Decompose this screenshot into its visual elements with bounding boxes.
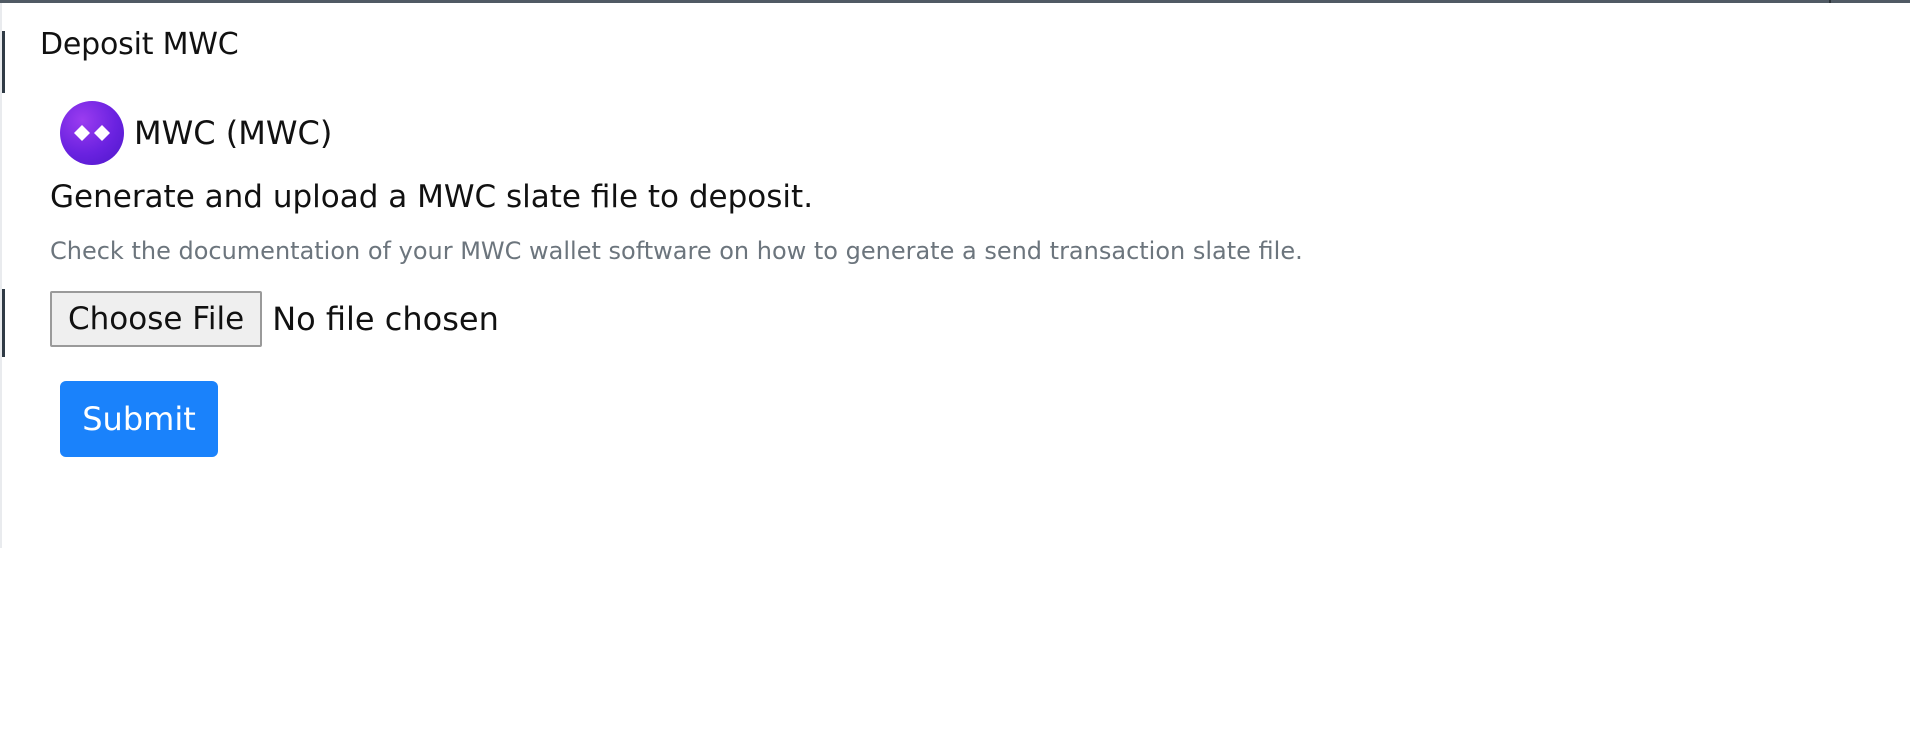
- deposit-panel: Deposit MWC MWC (MWC) Generate and uploa…: [0, 3, 1910, 548]
- page-title: Deposit MWC: [40, 27, 239, 62]
- choose-file-button[interactable]: Choose File: [50, 291, 263, 347]
- slate-file-input[interactable]: Choose File No file chosen: [50, 291, 499, 347]
- file-status-label: No file chosen: [272, 300, 499, 338]
- mwc-logo-icon: [60, 101, 124, 165]
- coin-info: MWC (MWC): [60, 101, 332, 165]
- panel-accent-bar: [2, 31, 5, 93]
- deposit-instructions-heading: Generate and upload a MWC slate file to …: [50, 179, 814, 215]
- deposit-help-text: Check the documentation of your MWC wall…: [50, 237, 1303, 265]
- coin-name: MWC (MWC): [134, 114, 333, 152]
- submit-button[interactable]: Submit: [60, 381, 218, 457]
- panel-accent-bar: [2, 289, 5, 357]
